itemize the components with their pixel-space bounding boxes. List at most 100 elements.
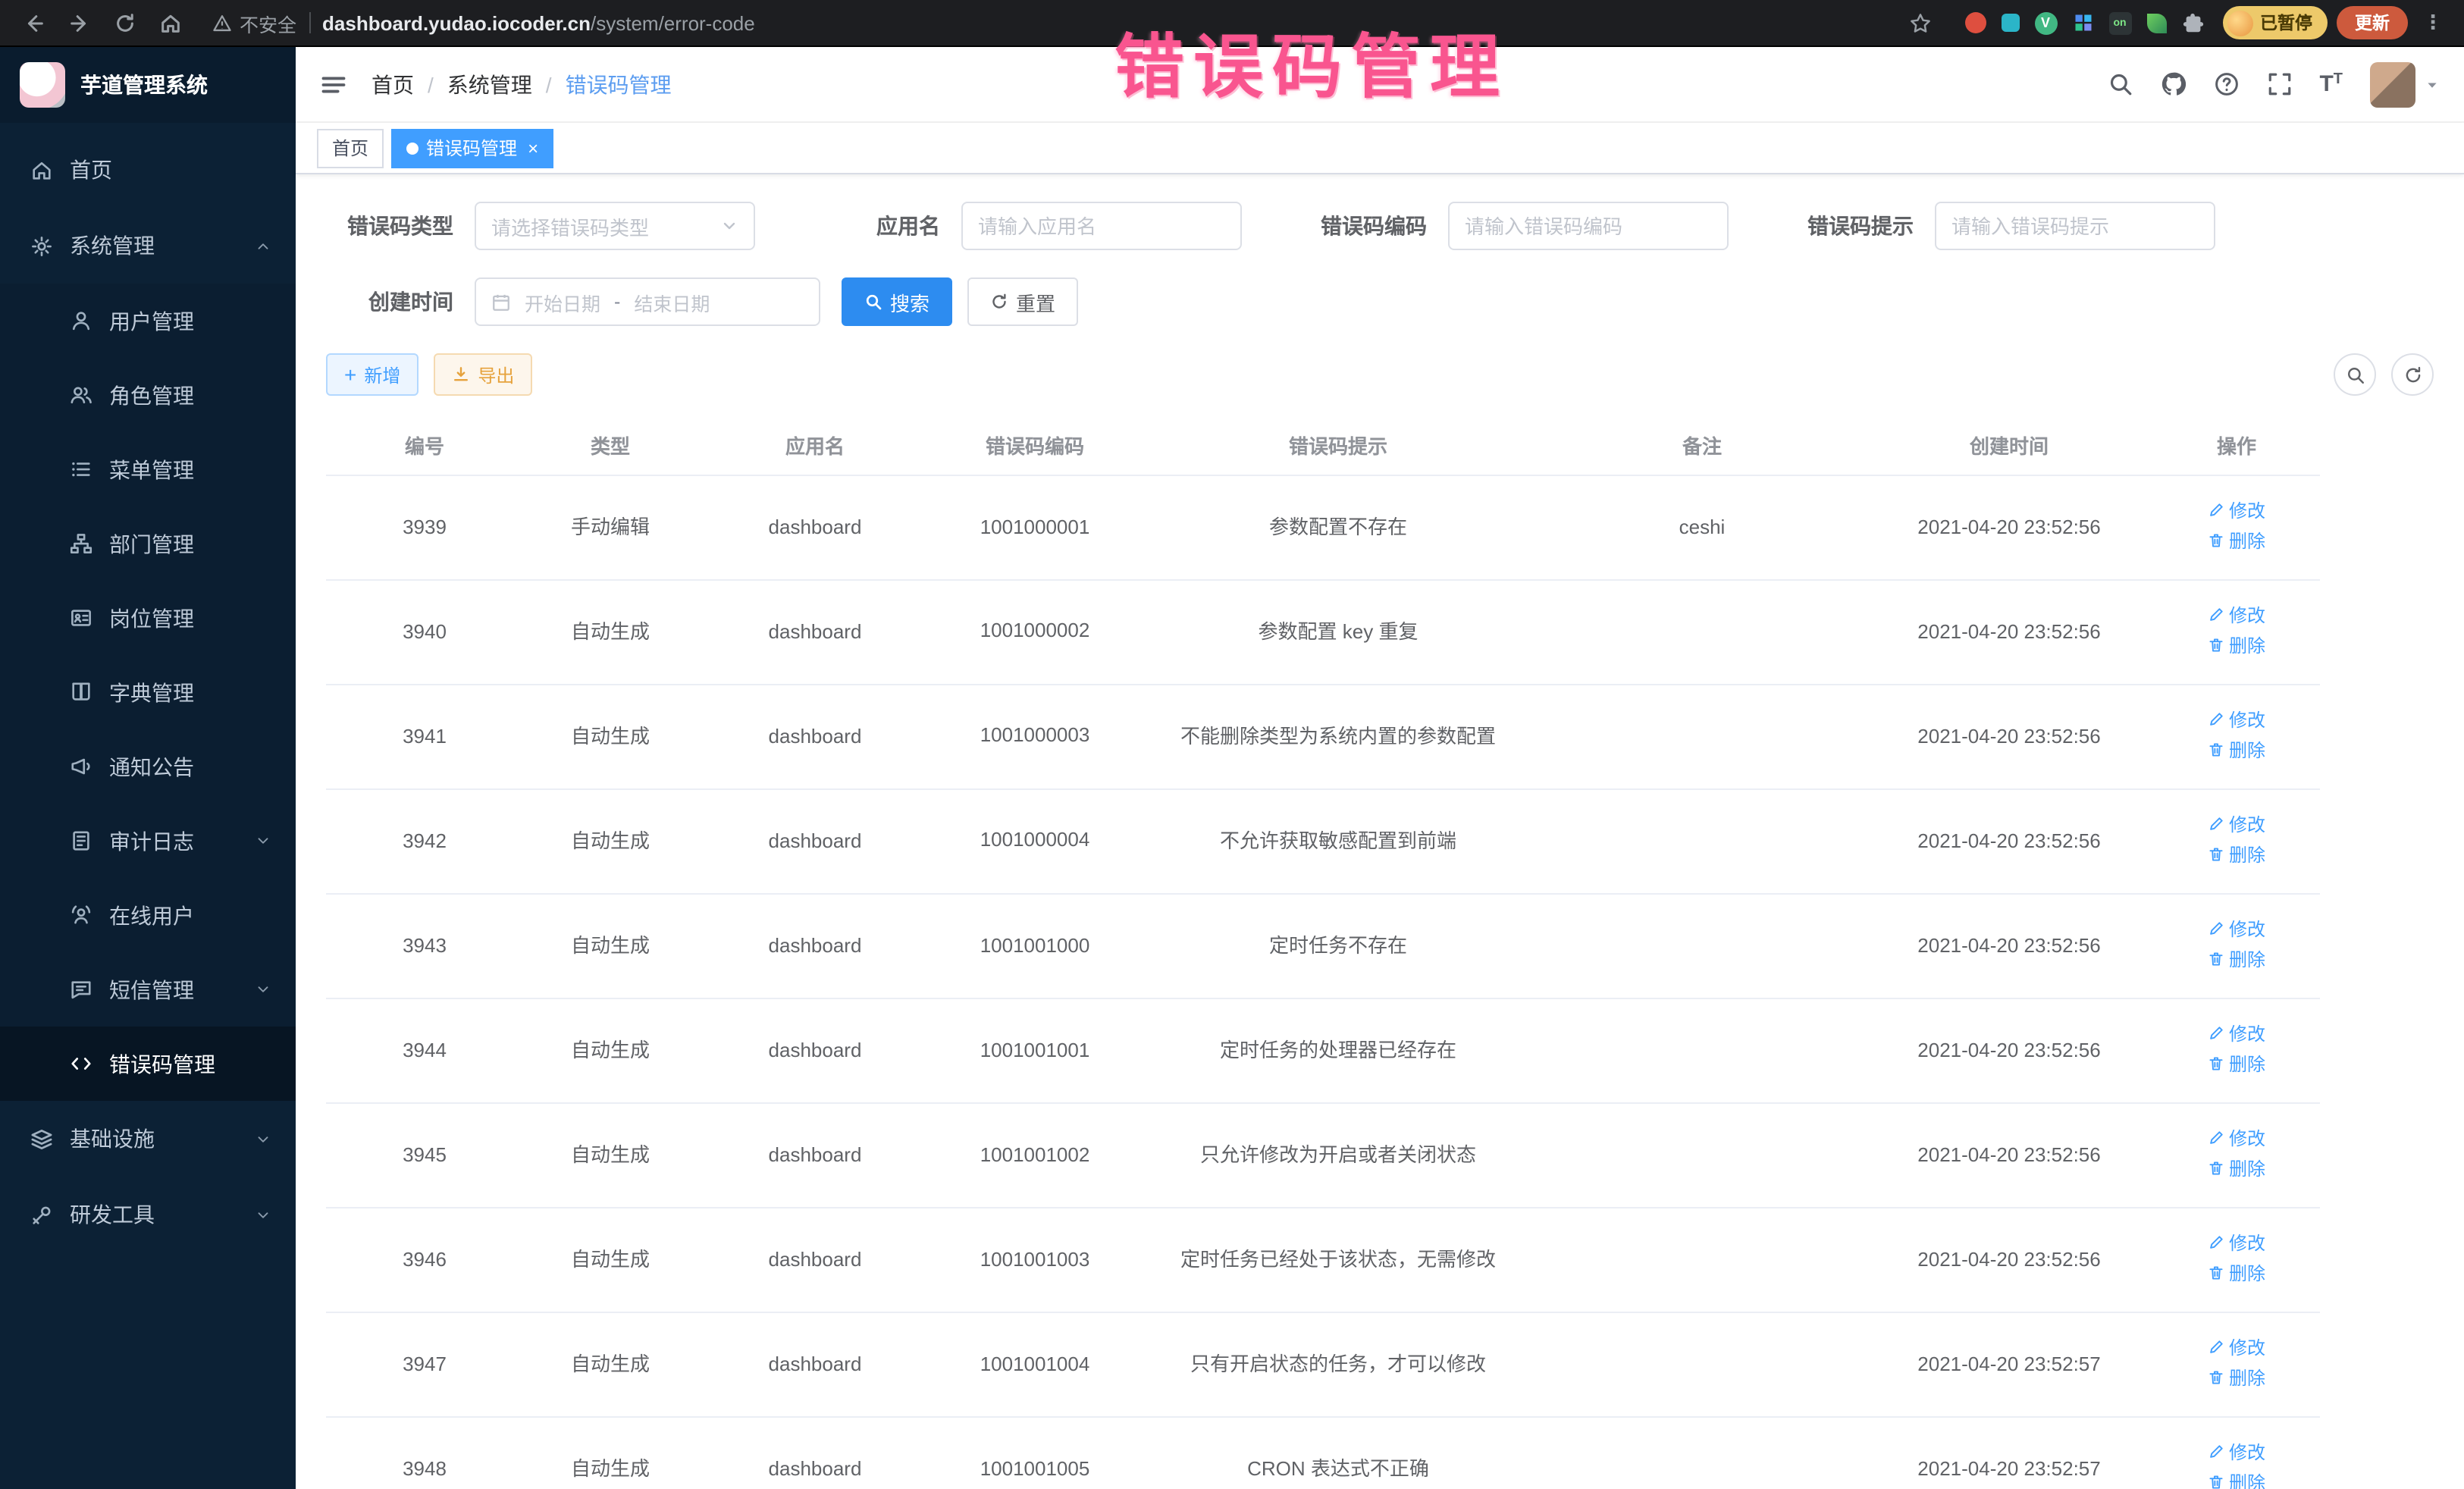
page-url: dashboard.yudao.iocoder.cn/system/error-…	[322, 11, 755, 34]
cell-message: 定时任务的处理器已经存在	[1137, 998, 1539, 1102]
sidebar-item-post[interactable]: 岗位管理	[0, 581, 296, 655]
badge-icon	[70, 607, 92, 629]
delete-link[interactable]: 删除	[2208, 1259, 2265, 1287]
column-header: 操作	[2153, 417, 2320, 475]
column-header: 类型	[523, 417, 698, 475]
cell-code: 1001000002	[933, 579, 1137, 684]
cell-created: 2021-04-20 23:52:56	[1865, 684, 2153, 788]
edit-link[interactable]: 修改	[2208, 1334, 2265, 1361]
extension-on-icon[interactable]: on	[2108, 11, 2131, 34]
delete-link[interactable]: 删除	[2208, 945, 2265, 973]
github-icon[interactable]	[2160, 71, 2186, 97]
sidebar-item-dev-tools[interactable]: 研发工具	[0, 1177, 296, 1252]
delete-link[interactable]: 删除	[2208, 632, 2265, 659]
show-search-button[interactable]	[2334, 353, 2376, 396]
browser-update-button[interactable]: 更新	[2337, 6, 2408, 39]
cell-id: 3945	[326, 1102, 523, 1207]
edit-link[interactable]: 修改	[2208, 810, 2265, 838]
delete-link[interactable]: 删除	[2208, 527, 2265, 554]
address-bar[interactable]: 不安全 dashboard.yudao.iocoder.cn/system/er…	[197, 3, 1946, 42]
security-chip[interactable]: 不安全	[212, 8, 296, 37]
tab-home[interactable]: 首页	[317, 128, 384, 168]
fullscreen-icon[interactable]	[2266, 71, 2292, 97]
error-type-select[interactable]: 请选择错误码类型	[475, 202, 755, 250]
back-button[interactable]	[15, 5, 52, 41]
extension-grid-icon[interactable]	[2072, 12, 2093, 33]
edit-link[interactable]: 修改	[2208, 1229, 2265, 1256]
extension-teal-icon[interactable]	[2001, 14, 2019, 32]
edit-link[interactable]: 修改	[2208, 497, 2265, 524]
edit-link[interactable]: 修改	[2208, 601, 2265, 629]
sidebar-item-online-user[interactable]: 在线用户	[0, 878, 296, 952]
sidebar-item-user[interactable]: 用户管理	[0, 284, 296, 358]
sidebar-item-system[interactable]: 系统管理	[0, 208, 296, 284]
reload-button[interactable]	[106, 5, 143, 41]
delete-link[interactable]: 删除	[2208, 1155, 2265, 1182]
close-tab-icon[interactable]: ×	[528, 139, 538, 157]
delete-link[interactable]: 删除	[2208, 1050, 2265, 1077]
cell-type: 手动编辑	[523, 475, 698, 579]
extension-red-icon[interactable]	[1964, 12, 1986, 33]
sidebar-item-menu[interactable]: 菜单管理	[0, 432, 296, 506]
sidebar-toggle-icon[interactable]	[320, 71, 347, 98]
extensions-puzzle-icon[interactable]	[2181, 11, 2204, 34]
font-size-icon[interactable]: TT	[2319, 73, 2343, 96]
trash-icon	[2208, 741, 2224, 758]
profile-paused-chip[interactable]: 已暂停	[2222, 6, 2328, 39]
table-row: 3948自动生成dashboard1001001005CRON 表达式不正确20…	[326, 1416, 2320, 1489]
sidebar-item-home[interactable]: 首页	[0, 132, 296, 208]
sidebar-item-label: 首页	[70, 155, 271, 185]
cell-app: dashboard	[698, 475, 933, 579]
cell-code: 1001001000	[933, 893, 1137, 998]
user-menu[interactable]	[2370, 61, 2440, 107]
sidebar-item-audit-log[interactable]: 审计日志	[0, 804, 296, 878]
edit-link[interactable]: 修改	[2208, 1020, 2265, 1047]
delete-link[interactable]: 删除	[2208, 736, 2265, 763]
home-button[interactable]	[152, 5, 188, 41]
export-button[interactable]: 导出	[434, 353, 532, 396]
error-code-input[interactable]	[1448, 202, 1729, 250]
cell-code: 1001001001	[933, 998, 1137, 1102]
cell-type: 自动生成	[523, 1312, 698, 1416]
sidebar-item-dept[interactable]: 部门管理	[0, 506, 296, 581]
search-button[interactable]: 搜索	[842, 277, 952, 326]
sidebar-item-infra[interactable]: 基础设施	[0, 1101, 296, 1177]
sidebar: 芋道管理系统 首页系统管理用户管理角色管理菜单管理部门管理岗位管理字典管理通知公…	[0, 47, 296, 1489]
bookmark-icon[interactable]	[1908, 11, 1931, 34]
edit-link[interactable]: 修改	[2208, 706, 2265, 733]
app-logo[interactable]: 芋道管理系统	[0, 47, 296, 123]
delete-link[interactable]: 删除	[2208, 841, 2265, 868]
vue-devtools-icon[interactable]: V	[2034, 11, 2057, 34]
cell-created: 2021-04-20 23:52:56	[1865, 1207, 2153, 1312]
sidebar-item-role[interactable]: 角色管理	[0, 358, 296, 432]
add-button[interactable]: + 新增	[326, 353, 419, 396]
filter-row-2: 创建时间 开始日期 - 结束日期 搜索 重置	[326, 277, 2434, 326]
forward-button[interactable]	[61, 5, 97, 41]
browser-menu-icon[interactable]: ⋮	[2417, 11, 2449, 35]
breadcrumb-item[interactable]: 首页	[371, 69, 414, 99]
breadcrumb: 首页/系统管理/错误码管理	[371, 69, 672, 99]
delete-link[interactable]: 删除	[2208, 1364, 2265, 1391]
refresh-table-button[interactable]	[2391, 353, 2434, 396]
delete-link[interactable]: 删除	[2208, 1469, 2265, 1489]
date-range-picker[interactable]: 开始日期 - 结束日期	[475, 277, 820, 326]
edit-link[interactable]: 修改	[2208, 1124, 2265, 1152]
edit-link[interactable]: 修改	[2208, 915, 2265, 942]
breadcrumb-item[interactable]: 系统管理	[447, 69, 532, 99]
sidebar-item-dict[interactable]: 字典管理	[0, 655, 296, 729]
tab-error-code[interactable]: 错误码管理×	[391, 128, 553, 168]
sidebar-item-error-code[interactable]: 错误码管理	[0, 1027, 296, 1101]
trash-icon	[2208, 846, 2224, 863]
help-icon[interactable]	[2213, 71, 2239, 97]
cell-message: 参数配置 key 重复	[1137, 579, 1539, 684]
sidebar-item-notice[interactable]: 通知公告	[0, 729, 296, 804]
app-name-input[interactable]	[961, 202, 1242, 250]
cell-created: 2021-04-20 23:52:56	[1865, 475, 2153, 579]
extension-leaf-icon[interactable]	[2146, 13, 2166, 33]
table-row: 3944自动生成dashboard1001001001定时任务的处理器已经存在2…	[326, 998, 2320, 1102]
search-icon[interactable]	[2107, 71, 2133, 97]
sidebar-item-sms[interactable]: 短信管理	[0, 952, 296, 1027]
reset-button[interactable]: 重置	[967, 277, 1078, 326]
edit-link[interactable]: 修改	[2208, 1438, 2265, 1465]
error-message-input[interactable]	[1935, 202, 2215, 250]
